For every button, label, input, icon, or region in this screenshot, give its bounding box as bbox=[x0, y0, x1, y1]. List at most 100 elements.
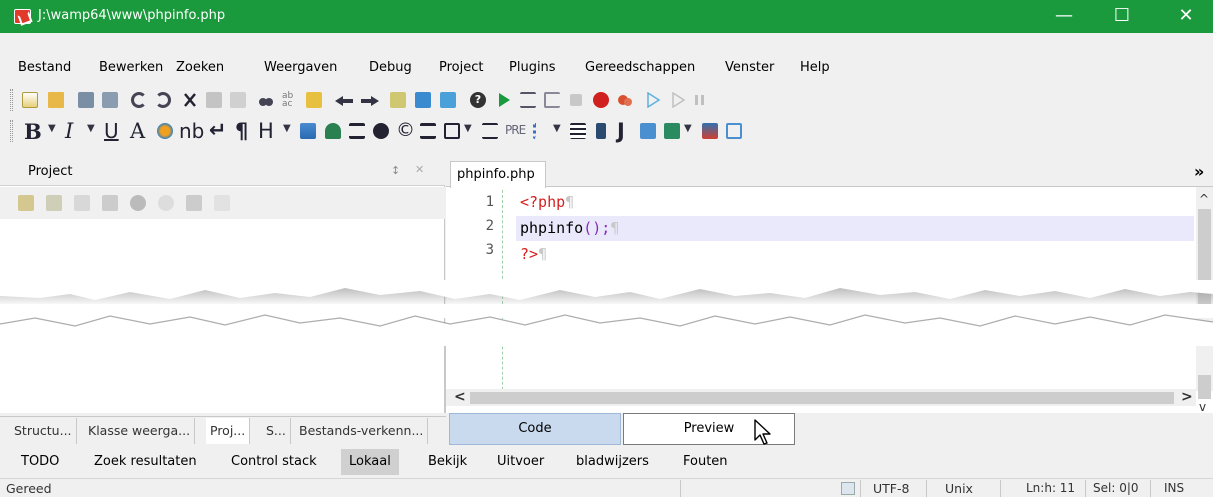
input-dropdown-icon[interactable]: ▼ bbox=[684, 123, 692, 134]
close-panel-icon[interactable]: ✕ bbox=[415, 163, 424, 176]
indent-icon[interactable] bbox=[544, 92, 560, 108]
scroll-right-icon[interactable]: > bbox=[1181, 389, 1193, 405]
bold-dropdown-icon[interactable]: ▼ bbox=[48, 123, 56, 134]
anchor-icon[interactable] bbox=[325, 123, 341, 139]
bottom-tab-bookmarks[interactable]: bladwijzers bbox=[568, 449, 657, 475]
undo-icon[interactable] bbox=[131, 92, 147, 108]
scroll-down-icon[interactable]: v bbox=[1199, 400, 1206, 414]
app-icon[interactable] bbox=[14, 9, 31, 24]
minimize-button[interactable]: — bbox=[1041, 0, 1087, 33]
form-icon[interactable] bbox=[640, 123, 656, 139]
pre-button[interactable]: PRE bbox=[505, 123, 526, 137]
div-dropdown-icon[interactable]: ▼ bbox=[464, 123, 472, 134]
tab-phpinfo[interactable]: phpinfo.php bbox=[450, 161, 546, 188]
bottom-tab-errors[interactable]: Fouten bbox=[675, 449, 736, 475]
open-folder-icon[interactable] bbox=[48, 92, 64, 108]
rename-icon[interactable] bbox=[186, 195, 202, 211]
underline-button[interactable]: U bbox=[104, 119, 119, 143]
center-icon[interactable] bbox=[420, 123, 436, 139]
menu-bestand[interactable]: Bestand bbox=[18, 60, 71, 80]
upload-icon[interactable] bbox=[440, 92, 456, 108]
stop-icon[interactable] bbox=[570, 94, 582, 106]
find-icon[interactable] bbox=[258, 92, 274, 108]
bottom-tab-output[interactable]: Uitvoer bbox=[489, 449, 552, 475]
open-project-icon[interactable] bbox=[46, 195, 62, 211]
java-button[interactable]: J bbox=[617, 119, 625, 143]
italic-dropdown-icon[interactable]: ▼ bbox=[87, 123, 95, 134]
bottom-tab-watch[interactable]: Bekijk bbox=[420, 449, 475, 475]
scroll-left-icon[interactable]: < bbox=[454, 389, 466, 405]
new-file-icon[interactable] bbox=[22, 92, 38, 108]
media-icon[interactable] bbox=[702, 123, 718, 139]
font-button[interactable]: A bbox=[130, 119, 145, 143]
play-macro-icon[interactable] bbox=[645, 91, 661, 109]
save-icon[interactable] bbox=[78, 92, 94, 108]
horizontal-scrollbar[interactable]: < > bbox=[446, 389, 1196, 406]
menu-bewerken[interactable]: Bewerken bbox=[99, 60, 163, 80]
side-tab-file-explorer[interactable]: Bestands-verkenn... bbox=[295, 418, 429, 444]
menu-debug[interactable]: Debug bbox=[369, 60, 412, 80]
side-tab-project[interactable]: Proj... bbox=[206, 418, 251, 444]
pause-icon[interactable] bbox=[692, 92, 708, 108]
properties-icon[interactable] bbox=[214, 195, 230, 211]
line-ending-indicator[interactable]: Unix bbox=[945, 481, 973, 496]
back-icon[interactable] bbox=[335, 95, 353, 106]
code-line[interactable]: <?php¶ bbox=[520, 190, 574, 214]
menu-weergaven[interactable]: Weergaven bbox=[264, 60, 337, 80]
pin-icon[interactable]: ↕ bbox=[391, 164, 400, 177]
project-settings-icon[interactable] bbox=[158, 195, 174, 211]
copyright-icon[interactable]: © bbox=[396, 119, 415, 141]
run-icon[interactable] bbox=[496, 92, 512, 108]
save-all-icon[interactable] bbox=[102, 92, 118, 108]
bottom-tab-local[interactable]: Lokaal bbox=[341, 449, 399, 475]
preview-browser-icon[interactable] bbox=[415, 92, 431, 108]
close-button[interactable]: ✕ bbox=[1163, 0, 1209, 33]
code-line[interactable]: ?>¶ bbox=[520, 242, 547, 266]
outdent-icon[interactable] bbox=[520, 92, 536, 108]
break-icon[interactable]: ↵ bbox=[209, 118, 227, 142]
add-files-icon[interactable] bbox=[102, 195, 118, 211]
menu-gereedschappen[interactable]: Gereedschappen bbox=[585, 60, 695, 80]
side-tab-s[interactable]: S... bbox=[262, 418, 291, 444]
encoding-indicator[interactable]: UTF-8 bbox=[873, 481, 909, 496]
list-dropdown-icon[interactable]: ▼ bbox=[553, 123, 561, 134]
nbsp-button[interactable]: nb bbox=[179, 119, 204, 143]
template-icon[interactable] bbox=[390, 92, 406, 108]
paragraph-button[interactable]: ¶ bbox=[235, 119, 248, 143]
tab-overflow-icon[interactable]: » bbox=[1194, 162, 1204, 181]
paste-icon[interactable] bbox=[230, 92, 246, 108]
heading-button[interactable]: H bbox=[258, 119, 274, 143]
save-project-icon[interactable] bbox=[74, 195, 90, 211]
find-in-files-icon[interactable] bbox=[306, 92, 322, 108]
play-repeat-icon[interactable] bbox=[670, 91, 686, 109]
redo-icon[interactable] bbox=[155, 92, 171, 108]
horizontal-scroll-thumb[interactable] bbox=[470, 392, 1174, 404]
comment-icon[interactable] bbox=[373, 123, 389, 139]
align-icon[interactable] bbox=[349, 123, 365, 139]
code-line[interactable]: phpinfo();¶ bbox=[520, 216, 619, 240]
menu-plugins[interactable]: Plugins bbox=[509, 60, 556, 80]
maximize-button[interactable]: ☐ bbox=[1099, 0, 1145, 33]
frame-icon[interactable] bbox=[596, 123, 606, 139]
new-project-icon[interactable] bbox=[18, 195, 34, 211]
menu-project[interactable]: Project bbox=[439, 60, 483, 80]
scroll-up-icon[interactable]: ^ bbox=[1199, 192, 1209, 206]
help-icon[interactable]: ? bbox=[470, 92, 486, 108]
upload-project-icon[interactable] bbox=[130, 195, 146, 211]
layout-icon[interactable] bbox=[726, 123, 742, 139]
side-tab-class-view[interactable]: Klasse weerga... bbox=[84, 418, 196, 444]
forward-icon[interactable] bbox=[361, 95, 379, 106]
table-icon[interactable] bbox=[570, 123, 586, 139]
italic-button[interactable]: I bbox=[65, 119, 73, 143]
div-icon[interactable] bbox=[444, 123, 460, 139]
image-icon[interactable] bbox=[300, 123, 316, 139]
toolbar-grip[interactable] bbox=[10, 120, 13, 142]
bullet-list-icon[interactable] bbox=[533, 123, 549, 139]
bold-button[interactable]: B bbox=[24, 119, 42, 144]
menu-help[interactable]: Help bbox=[800, 60, 830, 80]
bottom-tab-todo[interactable]: TODO bbox=[13, 449, 67, 475]
cut-icon[interactable] bbox=[182, 92, 198, 108]
menu-zoeken[interactable]: Zoeken bbox=[176, 60, 224, 80]
code-view-button[interactable]: Code bbox=[449, 413, 621, 445]
replace-icon[interactable]: ab ac bbox=[282, 92, 298, 109]
